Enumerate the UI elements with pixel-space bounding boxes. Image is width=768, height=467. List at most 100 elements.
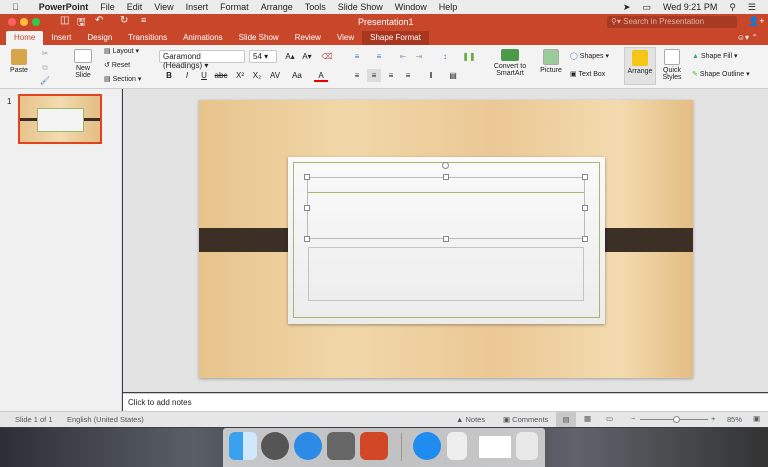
columns-icon[interactable]: ❚❚ (462, 50, 476, 63)
resize-handle[interactable] (582, 236, 588, 242)
clear-formatting-icon[interactable]: ⌫ (320, 50, 334, 63)
change-case-icon[interactable]: Aa (290, 69, 304, 82)
cut-icon[interactable]: ✂ (38, 47, 52, 60)
menu-edit[interactable]: Edit (127, 2, 143, 12)
app-menu[interactable]: PowerPoint (39, 2, 89, 12)
undo-icon[interactable]: ↶ (95, 15, 103, 26)
normal-view-icon[interactable]: ▤ (556, 412, 576, 427)
decrease-indent-icon[interactable]: ⇤ (396, 50, 410, 63)
tab-review[interactable]: Review (287, 31, 329, 45)
shape-outline-button[interactable]: ✎ Shape Outline ▾ (692, 70, 750, 78)
tab-design[interactable]: Design (79, 31, 120, 45)
font-size-select[interactable]: 54 ▾ (249, 50, 277, 63)
zoom-in-button[interactable]: + (711, 414, 715, 423)
format-painter-icon[interactable]: 🖌 (38, 74, 52, 87)
menu-help[interactable]: Help (439, 2, 458, 12)
arrange-button[interactable]: Arrange (624, 47, 656, 85)
document-icon[interactable] (447, 432, 467, 460)
slide-show-icon[interactable]: ▭ (606, 414, 613, 423)
slide[interactable] (199, 100, 693, 378)
layout-button[interactable]: ▤ Layout ▾ (104, 47, 139, 55)
system-preferences-icon[interactable] (327, 432, 355, 460)
tab-transitions[interactable]: Transitions (120, 31, 175, 45)
resize-handle[interactable] (304, 236, 310, 242)
rotate-handle-icon[interactable] (442, 162, 449, 169)
apple-icon[interactable]:  (12, 2, 19, 12)
italic-button[interactable]: I (180, 69, 194, 82)
subscript-button[interactable]: X₂ (250, 69, 264, 82)
menu-format[interactable]: Format (220, 2, 249, 12)
tab-shape-format[interactable]: Shape Format (362, 31, 429, 45)
slide-thumbnail[interactable] (18, 94, 102, 144)
zoom-window-button[interactable] (32, 18, 40, 26)
zoom-out-button[interactable]: − (631, 414, 635, 423)
quick-styles-button[interactable]: Quick Styles (658, 49, 686, 81)
display-icon[interactable]: ▭ (642, 2, 651, 13)
search-field[interactable]: ⚲▾ Search in Presentation (607, 16, 737, 28)
menu-insert[interactable]: Insert (186, 2, 209, 12)
save-icon[interactable]: 🖫 (77, 15, 86, 32)
redo-icon[interactable]: ↻ (120, 15, 128, 26)
notes-pane[interactable]: Click to add notes (123, 393, 768, 411)
fit-to-window-icon[interactable]: ▣ (753, 414, 760, 423)
resize-handle[interactable] (304, 174, 310, 180)
align-center-icon[interactable]: ≡ (367, 69, 381, 82)
copy-icon[interactable]: ⧉ (38, 61, 52, 74)
slide-sorter-icon[interactable]: ▦ (584, 414, 591, 423)
line-spacing-icon[interactable]: ↕ (438, 50, 452, 63)
minimize-window-button[interactable] (20, 18, 28, 26)
zoom-slider[interactable] (640, 419, 708, 420)
menu-arrange[interactable]: Arrange (261, 2, 293, 12)
font-name-select[interactable]: Garamond (Headings) ▾ (159, 50, 245, 63)
zoom-slider-thumb[interactable] (673, 416, 680, 423)
menu-tools[interactable]: Tools (305, 2, 326, 12)
reset-button[interactable]: ↺ Reset (104, 61, 130, 69)
share-icon[interactable]: 👤+ (748, 16, 764, 27)
section-button[interactable]: ▤ Section ▾ (104, 75, 141, 83)
subtitle-placeholder[interactable] (308, 247, 584, 301)
clock[interactable]: Wed 9:21 PM (663, 2, 717, 12)
character-spacing-icon[interactable]: AV (268, 69, 282, 82)
launchpad-icon[interactable] (261, 432, 289, 460)
align-text-icon[interactable]: ▤ (446, 69, 460, 82)
feedback-icon[interactable]: ☺▾ ⌃ (727, 31, 768, 45)
align-right-icon[interactable]: ≡ (384, 69, 398, 82)
safari-icon[interactable] (294, 432, 322, 460)
menu-view[interactable]: View (154, 2, 173, 12)
increase-font-icon[interactable]: A▴ (283, 50, 297, 63)
comments-button[interactable]: ▣ Comments (503, 415, 548, 424)
trash-icon[interactable] (516, 432, 538, 460)
paste-button[interactable]: Paste (6, 49, 32, 74)
align-left-icon[interactable]: ≡ (350, 69, 364, 82)
shape-fill-button[interactable]: ▲ Shape Fill ▾ (692, 52, 738, 60)
downloads-stack-icon[interactable] (479, 436, 511, 458)
shapes-button[interactable]: ◯ Shapes ▾ (570, 52, 609, 60)
tab-view[interactable]: View (329, 31, 362, 45)
font-color-icon[interactable]: A (314, 69, 328, 82)
picture-button[interactable]: Picture (537, 49, 565, 74)
underline-button[interactable]: U (197, 69, 211, 82)
decrease-font-icon[interactable]: A▾ (300, 50, 314, 63)
text-direction-icon[interactable]: ‖ (424, 69, 438, 82)
notes-button[interactable]: ▲ Notes (456, 415, 485, 424)
text-box-button[interactable]: ▣ Text Box (570, 70, 605, 78)
language-status[interactable]: English (United States) (67, 415, 144, 424)
sidebar-toggle-icon[interactable]: ◫ (60, 15, 69, 26)
tab-home[interactable]: Home (6, 31, 43, 45)
powerpoint-icon[interactable] (360, 432, 388, 460)
superscript-button[interactable]: X² (233, 69, 247, 82)
numbering-icon[interactable]: ≡ (372, 50, 386, 63)
resize-handle[interactable] (443, 174, 449, 180)
app-store-icon[interactable] (413, 432, 441, 460)
spotlight-icon[interactable]: ⚲ (729, 2, 736, 13)
increase-indent-icon[interactable]: ⇥ (412, 50, 426, 63)
notification-center-icon[interactable]: ☰ (748, 2, 756, 13)
bullets-icon[interactable]: ≡ (350, 50, 364, 63)
finder-icon[interactable] (229, 432, 257, 460)
resize-handle[interactable] (443, 236, 449, 242)
close-window-button[interactable] (8, 18, 16, 26)
resize-handle[interactable] (582, 174, 588, 180)
resize-handle[interactable] (582, 205, 588, 211)
customize-toolbar-icon[interactable]: ≡ (141, 15, 146, 25)
menu-slide-show[interactable]: Slide Show (338, 2, 383, 12)
